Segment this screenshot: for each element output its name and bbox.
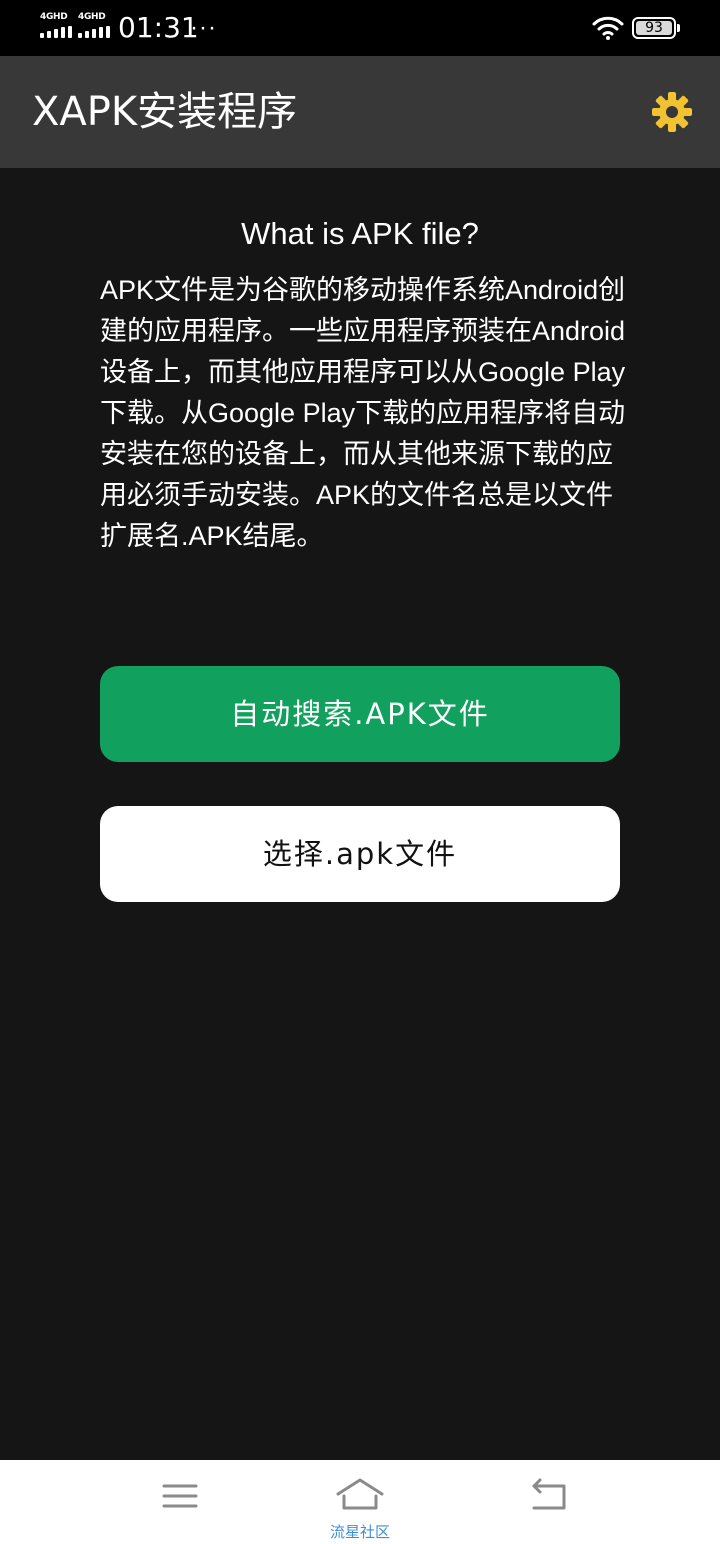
- main-content: What is APK file? APK文件是为谷歌的移动操作系统Androi…: [0, 168, 720, 1460]
- signal-icon: 4GHD: [78, 12, 112, 40]
- app-title: XAPK安装程序: [32, 89, 298, 135]
- auto-search-apk-button[interactable]: 自动搜索.APK文件: [100, 666, 620, 762]
- section-title: What is APK file?: [241, 216, 479, 251]
- settings-button[interactable]: [648, 88, 696, 136]
- watermark: 流星社区: [329, 1524, 390, 1541]
- status-time: 01:31: [118, 11, 199, 44]
- select-apk-file-button[interactable]: 选择.apk文件: [100, 806, 620, 902]
- navigation-bar: 流星社区: [0, 1460, 720, 1544]
- wifi-icon: [592, 16, 624, 40]
- status-bar: 4GHD 4GHD 01:31 ··· 93: [0, 0, 720, 56]
- app-bar: XAPK安装程序: [0, 56, 720, 168]
- gear-icon[interactable]: [648, 88, 696, 136]
- battery-icon: 93: [632, 17, 676, 39]
- screen: 4GHD 4GHD 01:31 ··· 93 XAPK安装程序 What is …: [0, 0, 720, 1544]
- signal-icon: 4GHD: [40, 12, 74, 40]
- back-icon[interactable]: [520, 1476, 580, 1516]
- network-type-label: 4GHD: [78, 12, 106, 22]
- apk-description: APK文件是为谷歌的移动操作系统Android创建的应用程序。一些应用程序预装在…: [100, 275, 626, 551]
- battery-tip: [677, 24, 680, 32]
- more-notifications-icon: ···: [190, 14, 217, 41]
- battery-level: 93: [636, 21, 672, 35]
- network-type-label: 4GHD: [40, 12, 68, 22]
- menu-icon[interactable]: [150, 1476, 210, 1516]
- home-icon[interactable]: [330, 1472, 390, 1512]
